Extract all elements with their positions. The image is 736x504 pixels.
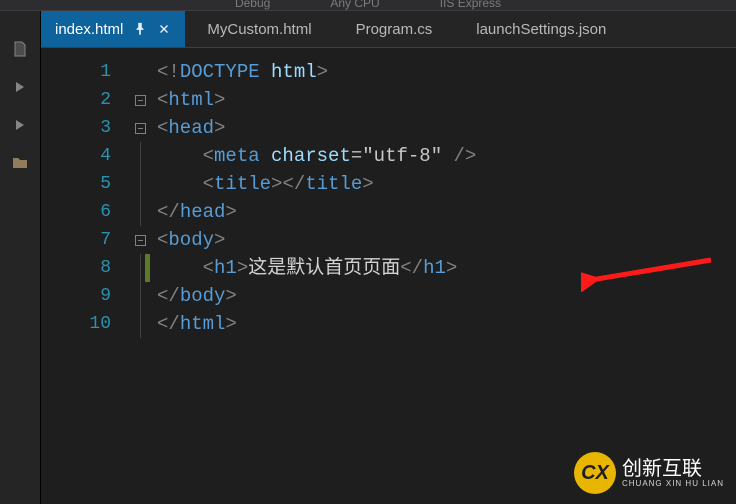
toolbar-strip: Debug Any CPU IIS Express [0, 0, 736, 11]
line-number: 3 [41, 114, 111, 142]
line-number: 7 [41, 226, 111, 254]
watermark-badge: CX [574, 452, 616, 494]
line-number: 5 [41, 170, 111, 198]
platform-config[interactable]: Any CPU [330, 0, 379, 10]
red-arrow-annotation [581, 252, 721, 292]
fold-line [140, 254, 141, 282]
tab-bar: index.html MyCustom.html Program.cs laun… [41, 11, 736, 48]
watermark-text: 创新互联 [622, 458, 724, 480]
code-area[interactable]: <!DOCTYPE html> <html> <head> <meta char… [151, 48, 736, 504]
fold-line [140, 198, 141, 226]
line-number: 9 [41, 282, 111, 310]
line-numbers: 1 2 3 4 5 6 7 8 9 10 [41, 48, 129, 504]
line-number: 10 [41, 310, 111, 338]
editor-main: index.html MyCustom.html Program.cs laun… [41, 11, 736, 504]
fold-toggle[interactable] [135, 95, 146, 106]
triangle-icon-2[interactable] [12, 117, 28, 133]
tab-label: MyCustom.html [207, 21, 311, 38]
line-number: 8 [41, 254, 111, 282]
vs-ide-window: Debug Any CPU IIS Express index.html [0, 0, 736, 504]
tool-sidebar [0, 11, 41, 504]
editor-body: index.html MyCustom.html Program.cs laun… [0, 11, 736, 504]
watermark: CX 创新互联 CHUANG XIN HU LIAN [574, 452, 724, 494]
tab-launchsettings-json[interactable]: launchSettings.json [454, 11, 628, 47]
line-number: 2 [41, 86, 111, 114]
folder-icon[interactable] [12, 155, 28, 171]
fold-toggle[interactable] [135, 123, 146, 134]
fold-toggle[interactable] [135, 235, 146, 246]
line-number: 6 [41, 198, 111, 226]
pin-icon[interactable] [133, 22, 147, 36]
tab-program-cs[interactable]: Program.cs [334, 11, 455, 47]
fold-line [140, 282, 141, 310]
line-number: 1 [41, 58, 111, 86]
fold-line [140, 142, 141, 170]
tab-label: index.html [55, 21, 123, 38]
triangle-icon[interactable] [12, 79, 28, 95]
close-icon[interactable] [157, 22, 171, 36]
tab-index-html[interactable]: index.html [41, 11, 185, 47]
change-marker [145, 254, 150, 282]
tab-label: Program.cs [356, 21, 433, 38]
fold-line [140, 310, 141, 338]
fold-line [140, 170, 141, 198]
file-icon[interactable] [12, 41, 28, 57]
watermark-subtext: CHUANG XIN HU LIAN [622, 480, 724, 489]
run-target[interactable]: IIS Express [440, 0, 501, 10]
line-number: 4 [41, 142, 111, 170]
text-editor[interactable]: 1 2 3 4 5 6 7 8 9 10 [41, 48, 736, 504]
build-config[interactable]: Debug [235, 0, 270, 10]
tab-label: launchSettings.json [476, 21, 606, 38]
tab-mycustom-html[interactable]: MyCustom.html [185, 11, 333, 47]
